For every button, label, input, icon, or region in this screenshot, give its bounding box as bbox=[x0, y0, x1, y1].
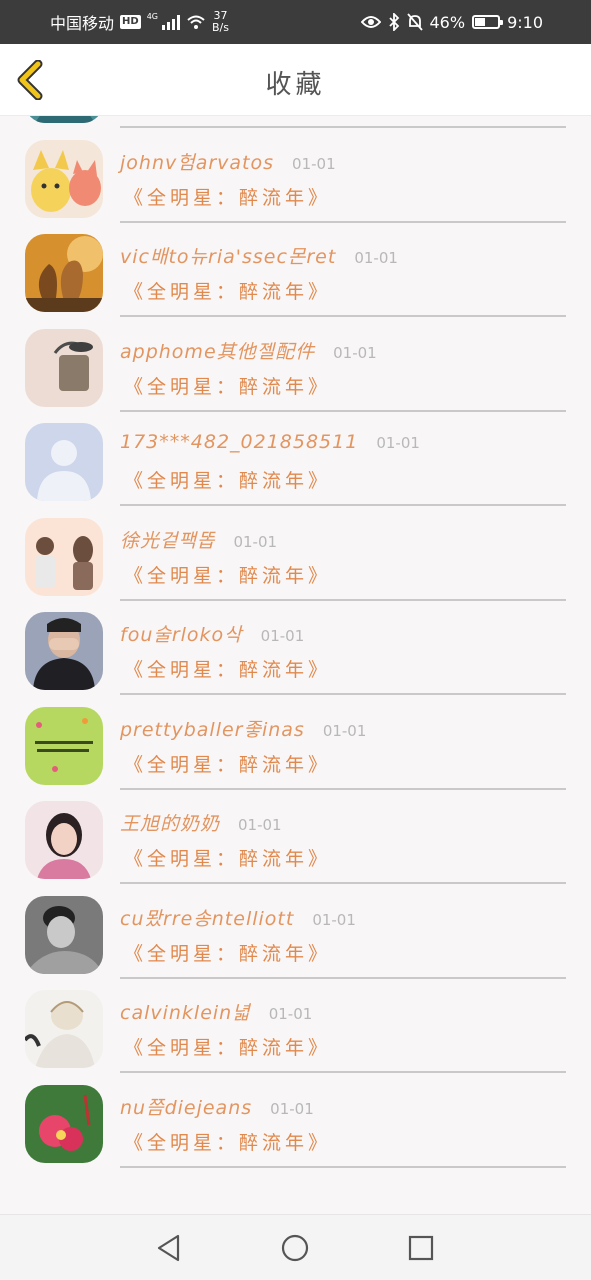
list-item[interactable]: 醉流年 《全明星：醉流年》 bbox=[0, 116, 591, 128]
avatar-boy-hands-face bbox=[25, 612, 103, 690]
playlist-title[interactable]: 《全明星：醉流年》 bbox=[124, 1033, 331, 1060]
user-name[interactable]: calvinklein녋 bbox=[120, 998, 251, 1025]
playlist-title[interactable]: 《全明星：醉流年》 bbox=[124, 939, 331, 966]
avatar[interactable] bbox=[25, 895, 103, 974]
list-item[interactable]: johnv험arvatos 01-01 《全明星：醉流年》 bbox=[0, 128, 591, 223]
list-item[interactable]: cu뫘rre송ntelliott 01-01 《全明星：醉流年》 bbox=[0, 884, 591, 979]
item-date: 01-01 bbox=[238, 816, 282, 834]
bluetooth-icon bbox=[388, 13, 399, 31]
network-type: 4G bbox=[146, 11, 158, 21]
avatar[interactable] bbox=[25, 116, 103, 123]
divider bbox=[120, 1165, 566, 1168]
item-date: 01-01 bbox=[233, 532, 278, 551]
avatar[interactable] bbox=[25, 706, 103, 785]
battery-percent: 46% bbox=[429, 12, 466, 32]
list-item[interactable]: 徐光겉팩똡 01-01 《全明星：醉流年》 bbox=[0, 506, 591, 601]
user-name[interactable]: nu쯤diejeans bbox=[120, 1093, 252, 1120]
user-name[interactable]: prettyballer좋inas bbox=[120, 715, 305, 742]
square-recents-icon bbox=[408, 1235, 434, 1261]
avatar-anime-sketch bbox=[25, 990, 103, 1068]
list-item[interactable]: prettyballer좋inas 01-01 《全明星：醉流年》 bbox=[0, 695, 591, 790]
avatar[interactable] bbox=[25, 612, 103, 690]
playlist-title[interactable]: 《全明星：醉流年》 bbox=[124, 844, 331, 871]
battery-icon bbox=[472, 15, 504, 29]
status-bar: 中国移动 HD 4G 37 B/s 46% 9:10 bbox=[0, 0, 591, 44]
user-name[interactable]: 王旭的奶奶 bbox=[120, 809, 220, 836]
item-date: 01-01 bbox=[376, 434, 420, 452]
user-name[interactable]: johnv험arvatos bbox=[120, 148, 274, 175]
wifi-icon bbox=[187, 15, 205, 29]
avatar[interactable] bbox=[25, 1084, 103, 1163]
list-item[interactable]: 王旭的奶奶 01-01 《全明星：醉流年》 bbox=[0, 789, 591, 884]
avatar-flower-pot bbox=[25, 328, 103, 407]
user-name[interactable]: 173***482_021858511 bbox=[120, 431, 358, 453]
avatar-default-person bbox=[25, 423, 103, 501]
user-name[interactable]: vic배to뉴ria'ssec몬ret bbox=[120, 242, 336, 269]
item-date: 01-01 bbox=[260, 627, 305, 645]
hd-badge: HD bbox=[120, 15, 141, 29]
playlist-title[interactable]: 《全明星：醉流年》 bbox=[124, 750, 331, 777]
avatar[interactable] bbox=[25, 139, 103, 218]
triangle-back-icon bbox=[157, 1234, 180, 1262]
playlist-title[interactable]: 《全明星：醉流年》 bbox=[124, 466, 331, 493]
playlist-title[interactable]: 《全明星：醉流年》 bbox=[124, 655, 331, 682]
user-name[interactable]: 徐光겉팩똡 bbox=[120, 526, 215, 553]
avatar-girl-teal-dress bbox=[25, 116, 103, 123]
item-date: 01-01 bbox=[354, 249, 398, 267]
page-title: 收藏 bbox=[265, 70, 326, 100]
item-date: 01-01 bbox=[333, 343, 377, 362]
user-name[interactable]: apphome其他젤配件 bbox=[120, 337, 315, 364]
avatar[interactable] bbox=[25, 517, 103, 596]
avatar[interactable] bbox=[25, 423, 103, 501]
avatar[interactable] bbox=[25, 990, 103, 1068]
list-item[interactable]: fou술rloko삭 01-01 《全明星：醉流年》 bbox=[0, 600, 591, 695]
list-item[interactable]: apphome其他젤配件 01-01 《全明星：醉流年》 bbox=[0, 317, 591, 412]
bell-muted-icon bbox=[406, 13, 423, 31]
avatar-cartoon-plush bbox=[25, 139, 103, 218]
list-item[interactable]: nu쯤diejeans 01-01 《全明星：醉流年》 bbox=[0, 1073, 591, 1168]
avatar[interactable] bbox=[25, 328, 103, 407]
nav-back-button[interactable] bbox=[154, 1233, 184, 1263]
item-date: 01-01 bbox=[292, 154, 336, 173]
circle-home-icon bbox=[281, 1234, 309, 1262]
favorites-list[interactable]: 醉流年 《全明星：醉流年》 johnv험arvatos 01-01 《全明星：醉… bbox=[0, 116, 591, 1214]
avatar-squirrel bbox=[25, 234, 103, 312]
avatar[interactable] bbox=[25, 234, 103, 312]
system-nav-bar bbox=[0, 1214, 591, 1280]
avatar-boy-bw bbox=[25, 895, 103, 974]
item-date: 01-01 bbox=[268, 1005, 313, 1023]
cell-signal-icon bbox=[161, 14, 180, 30]
item-date: 01-01 bbox=[322, 721, 367, 740]
nav-recents-button[interactable] bbox=[406, 1233, 436, 1263]
avatar-illustration-couple bbox=[25, 517, 103, 596]
playlist-title[interactable]: 《全明星：醉流年》 bbox=[124, 183, 331, 210]
avatar-red-flower bbox=[25, 1084, 103, 1163]
item-date: 01-01 bbox=[270, 1099, 314, 1118]
network-speed: 37 B/s bbox=[211, 9, 229, 34]
clock: 9:10 bbox=[507, 12, 543, 32]
playlist-title[interactable]: 《全明星：醉流年》 bbox=[124, 1128, 331, 1155]
playlist-title[interactable]: 《全明星：醉流年》 bbox=[124, 561, 331, 588]
app-header: 收藏 bbox=[0, 44, 591, 116]
nav-home-button[interactable] bbox=[280, 1233, 310, 1263]
list-item[interactable]: vic배to뉴ria'ssec몬ret 01-01 《全明星：醉流年》 bbox=[0, 222, 591, 317]
list-item[interactable]: 173***482_021858511 01-01 《全明星：醉流年》 bbox=[0, 411, 591, 506]
playlist-title[interactable]: 《全明星：醉流年》 bbox=[124, 277, 331, 304]
item-date: 01-01 bbox=[312, 910, 356, 929]
list-item[interactable]: calvinklein녋 01-01 《全明星：醉流年》 bbox=[0, 978, 591, 1073]
avatar-girl-portrait bbox=[25, 801, 103, 879]
playlist-title[interactable]: 《全明星：醉流年》 bbox=[124, 372, 331, 399]
user-name[interactable]: fou술rloko삭 bbox=[120, 620, 243, 647]
eye-icon bbox=[360, 16, 381, 28]
avatar-green-text bbox=[25, 706, 103, 785]
avatar[interactable] bbox=[25, 801, 103, 879]
carrier-label: 中国移动 bbox=[50, 14, 115, 33]
user-name[interactable]: cu뫘rre송ntelliott bbox=[120, 904, 294, 931]
